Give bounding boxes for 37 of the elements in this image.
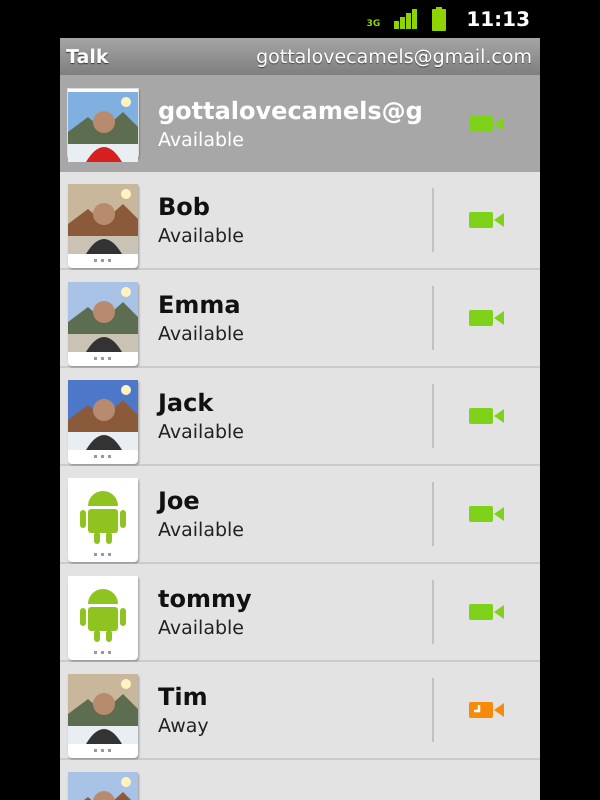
clock: 11:13: [466, 7, 530, 31]
contact-name: Joe: [158, 486, 201, 517]
contact-name: tommy: [158, 584, 253, 615]
app-title: Talk: [66, 46, 108, 68]
contact-name: Tim: [158, 682, 209, 713]
contact-status: Available: [158, 420, 246, 445]
more-dots-icon: [94, 357, 112, 361]
account-email: gottalovecamels@gmail.com: [256, 46, 532, 68]
contact-status: Available: [158, 128, 246, 152]
more-dots-icon: [94, 455, 112, 459]
avatar-frame[interactable]: [68, 380, 138, 464]
video-camera-icon[interactable]: [469, 407, 505, 425]
avatar-frame[interactable]: [68, 674, 138, 758]
contact-name: Jack: [158, 388, 215, 419]
contact-status: Available: [158, 616, 246, 641]
video-camera-icon[interactable]: [469, 603, 505, 621]
avatar-frame[interactable]: [68, 184, 138, 268]
contact-name: gottalovecamels@g: [158, 96, 424, 126]
contact-status: Available: [158, 224, 246, 249]
contact-status: Available: [158, 322, 246, 347]
contact-status: Available: [158, 518, 246, 543]
video-camera-icon[interactable]: [469, 505, 505, 523]
contact-name: Bob: [158, 192, 211, 223]
contact-status: Away: [158, 714, 210, 739]
video-camera-icon[interactable]: [469, 114, 505, 132]
contact-name: Emma: [158, 290, 242, 321]
video-camera-icon[interactable]: [469, 701, 505, 719]
video-camera-icon[interactable]: [469, 309, 505, 327]
more-dots-icon: [94, 749, 112, 753]
more-dots-icon: [94, 651, 112, 655]
battery-icon: [432, 7, 446, 31]
more-dots-icon: [94, 553, 112, 557]
avatar-frame[interactable]: [68, 282, 138, 366]
signal-icon: [394, 9, 418, 29]
network-type: 3G: [366, 20, 380, 28]
video-camera-icon[interactable]: [469, 211, 505, 229]
more-dots-icon: [94, 259, 112, 263]
